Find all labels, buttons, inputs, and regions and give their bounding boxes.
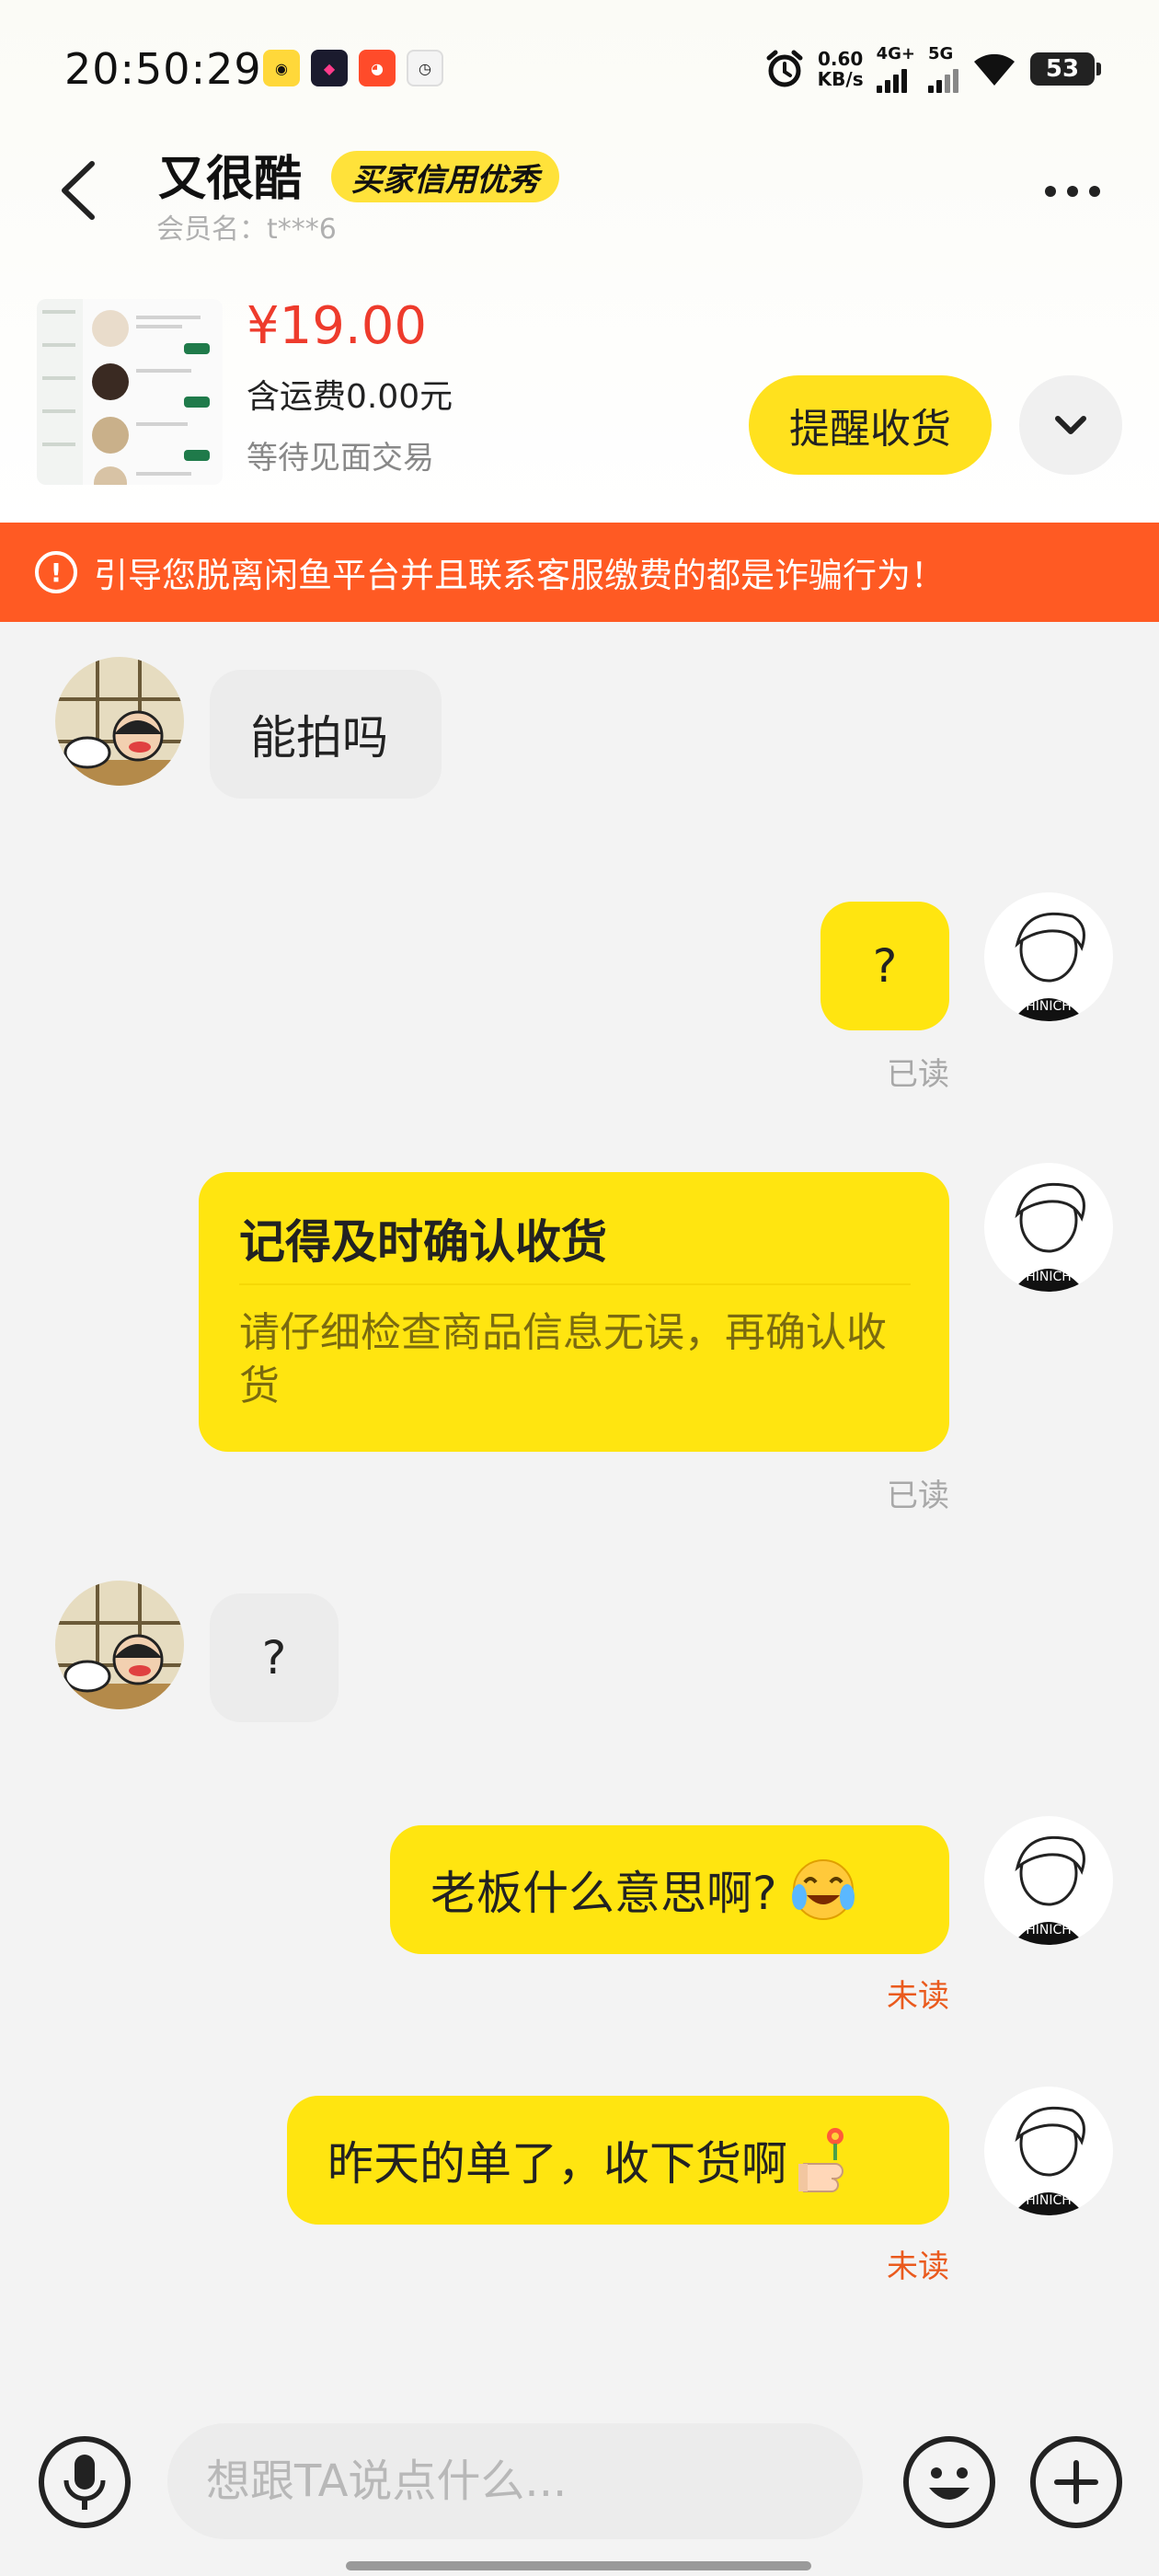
network-speed-unit: KB/s <box>817 67 864 90</box>
more-dots-icon <box>1089 186 1100 197</box>
fraud-warning-banner: ! 引导您脱离闲鱼平台并且联系客服缴费的都是诈骗行为！ <box>0 523 1159 622</box>
emoji-button[interactable] <box>903 2436 995 2528</box>
partner-avatar-image <box>55 1581 184 1709</box>
my-avatar[interactable]: HINICH <box>984 1163 1113 1292</box>
signal-label: 5G <box>928 44 954 63</box>
signal-bars-icon <box>928 63 958 93</box>
signal-bars-icon <box>876 63 907 93</box>
message-bubble[interactable]: ? <box>820 902 949 1030</box>
card-divider <box>239 1283 911 1285</box>
card-body: 请仔细检查商品信息无误，再确认收货 <box>239 1309 887 1409</box>
credit-badge: 买家信用优秀 <box>331 151 559 202</box>
message-bubble[interactable]: 昨天的单了，收下货啊 <box>287 2096 949 2225</box>
emoji-icon <box>929 2467 970 2500</box>
my-avatar[interactable]: HINICH <box>984 1816 1113 1945</box>
order-status: 等待见面交易 <box>247 440 434 477</box>
more-dots-icon <box>1045 186 1056 197</box>
status-app-icons: ◉ ◆ ◕ ◷ <box>263 50 443 86</box>
thumbs-up-flower-emoji-icon <box>798 2128 843 2192</box>
status-bar: 20:50:29 ◉ ◆ ◕ ◷ 0.60 KB/s 4G+ 5G 53 <box>0 0 1159 138</box>
message-text: 老板什么意思啊? <box>430 1867 777 1920</box>
message-input[interactable] <box>206 2455 832 2507</box>
product-thumbnail[interactable] <box>37 299 223 485</box>
status-time: 20:50:29 <box>64 44 262 94</box>
signal-5g: 5G <box>928 44 958 93</box>
my-avatar-image: HINICH <box>984 1163 1113 1292</box>
microphone-icon <box>63 2455 106 2510</box>
network-speed: 0.60 KB/s <box>818 49 864 89</box>
partner-avatar-image <box>55 657 184 786</box>
svg-text:HINICH: HINICH <box>1026 2193 1072 2208</box>
read-status: 未读 <box>887 2248 949 2285</box>
message-text: 昨天的单了，收下货啊 <box>327 2137 787 2191</box>
crying-laughing-emoji-icon <box>791 1859 855 1920</box>
app-notification-icon: ◆ <box>311 50 348 86</box>
warning-text: 引导您脱离闲鱼平台并且联系客服缴费的都是诈骗行为！ <box>94 556 945 595</box>
plus-icon <box>1054 2460 1098 2504</box>
my-avatar-image: HINICH <box>984 2087 1113 2215</box>
remind-receipt-button[interactable]: 提醒收货 <box>749 375 992 475</box>
more-button[interactable] <box>1036 173 1109 210</box>
message-bubble[interactable]: ? <box>210 1593 339 1722</box>
expand-button[interactable] <box>1019 375 1122 475</box>
svg-text:HINICH: HINICH <box>1026 1923 1072 1938</box>
chevron-down-icon <box>1055 416 1086 434</box>
partner-avatar[interactable] <box>55 657 184 786</box>
network-speed-value: 0.60 <box>817 47 864 70</box>
message-bubble[interactable]: 老板什么意思啊? <box>390 1825 949 1954</box>
clock-app-icon: ◷ <box>407 50 443 86</box>
signal-label: 4G+ <box>876 44 915 63</box>
read-status: 已读 <box>887 1056 949 1093</box>
svg-text:HINICH: HINICH <box>1026 1270 1072 1284</box>
back-button[interactable] <box>52 158 107 223</box>
message-text: 能拍吗 <box>250 711 388 765</box>
weibo-icon: ◕ <box>359 50 396 86</box>
signal-4g: 4G+ <box>876 44 915 93</box>
product-price: ¥19.00 <box>247 296 427 356</box>
read-status: 未读 <box>887 1978 949 2015</box>
home-indicator[interactable] <box>346 2561 811 2570</box>
my-avatar[interactable]: HINICH <box>984 2087 1113 2215</box>
more-dots-icon <box>1067 186 1078 197</box>
alarm-icon <box>766 50 803 86</box>
product-image <box>37 299 223 485</box>
shipping-fee: 含运费0.00元 <box>247 378 453 416</box>
member-name: 会员名：t***6 <box>156 213 337 246</box>
my-avatar-image: HINICH <box>984 1816 1113 1945</box>
voice-button[interactable] <box>39 2436 131 2528</box>
message-text: ? <box>872 939 898 993</box>
message-text: ? <box>261 1631 287 1685</box>
app-notification-icon: ◉ <box>263 50 300 86</box>
wifi-icon <box>974 53 1015 86</box>
status-indicators: 0.60 KB/s 4G+ 5G 53 <box>764 44 1101 93</box>
warning-circle-icon: ! <box>35 551 77 593</box>
my-avatar[interactable]: HINICH <box>984 892 1113 1021</box>
back-arrow-icon <box>62 161 95 220</box>
message-bubble[interactable]: 能拍吗 <box>210 670 442 799</box>
partner-avatar[interactable] <box>55 1581 184 1709</box>
card-title: 记得及时确认收货 <box>239 1215 607 1269</box>
more-actions-button[interactable] <box>1030 2436 1122 2528</box>
chat-partner-name[interactable]: 又很酷 <box>158 140 302 209</box>
read-status: 已读 <box>887 1478 949 1514</box>
my-avatar-image: HINICH <box>984 892 1113 1021</box>
battery-icon: 53 <box>1030 52 1101 86</box>
svg-text:HINICH: HINICH <box>1026 999 1072 1014</box>
message-input-container[interactable] <box>167 2423 863 2539</box>
